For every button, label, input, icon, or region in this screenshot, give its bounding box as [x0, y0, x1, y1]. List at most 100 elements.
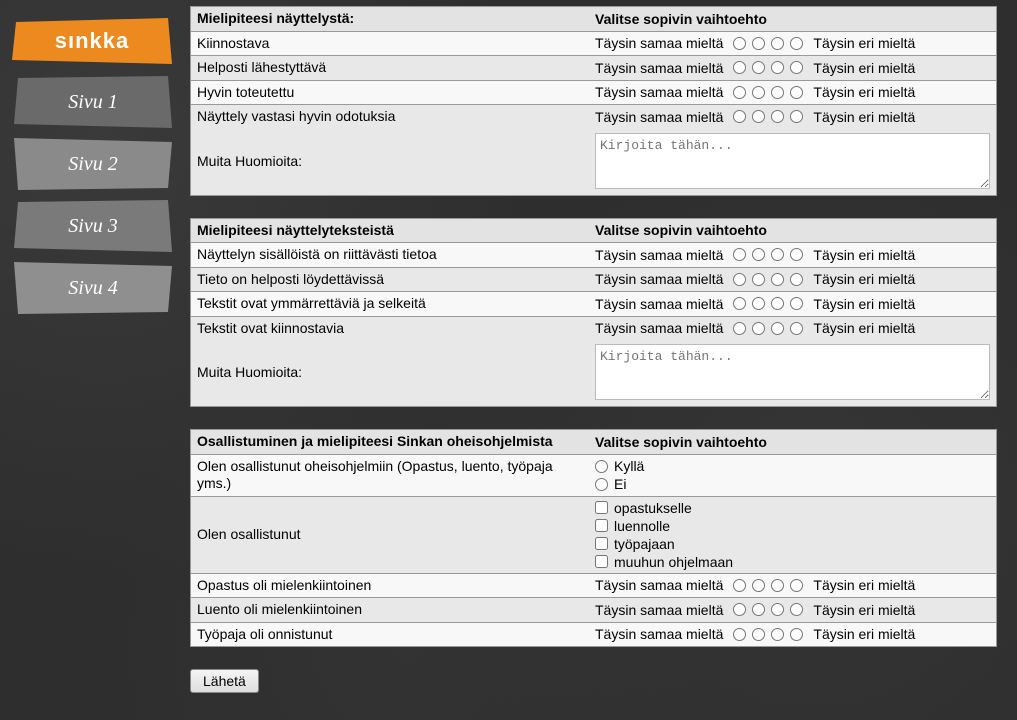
likert-radio[interactable]: [790, 322, 803, 335]
likert-radio[interactable]: [771, 86, 784, 99]
checkbox-item[interactable]: työpajaan: [595, 536, 733, 552]
checkbox-input[interactable]: [595, 555, 608, 568]
checkbox-input[interactable]: [595, 501, 608, 514]
likert-radio[interactable]: [771, 603, 784, 616]
likert-right-label: Täysin eri mieltä: [813, 626, 915, 642]
likert-radio-group: [733, 37, 803, 50]
likert-radio[interactable]: [790, 273, 803, 286]
likert-right-label: Täysin eri mieltä: [813, 577, 915, 593]
likert-radio[interactable]: [790, 628, 803, 641]
likert-radio-group: [733, 322, 803, 335]
likert-radio[interactable]: [771, 628, 784, 641]
nav-label: Sivu 1: [14, 76, 172, 128]
likert-radio[interactable]: [790, 297, 803, 310]
likert-radio[interactable]: [733, 322, 746, 335]
likert-radio[interactable]: [733, 61, 746, 74]
likert-left-label: Täysin samaa mieltä: [595, 296, 723, 312]
submit-button[interactable]: Lähetä: [190, 669, 259, 693]
likert-row: KiinnostavaTäysin samaa mieltäTäysin eri…: [191, 32, 996, 57]
checkbox-label: muuhun ohjelmaan: [614, 554, 733, 570]
likert-radio[interactable]: [752, 297, 765, 310]
likert-radio[interactable]: [733, 86, 746, 99]
radio-yes[interactable]: Kyllä: [595, 458, 644, 474]
likert-radio-group: [733, 248, 803, 261]
likert-radio[interactable]: [752, 628, 765, 641]
likert-right-label: Täysin eri mieltä: [813, 247, 915, 263]
section1-notes-input[interactable]: [595, 133, 990, 189]
likert-radio[interactable]: [733, 297, 746, 310]
likert-question: Luento oli mielenkiintoinen: [191, 598, 589, 622]
radio-yes-input[interactable]: [595, 460, 608, 473]
likert-answer: Täysin samaa mieltäTäysin eri mieltä: [589, 574, 996, 598]
section1-notes-label: Muita Huomioita:: [191, 129, 589, 195]
nav-item-sivu-3[interactable]: Sivu 3: [14, 200, 172, 252]
likert-row: Luento oli mielenkiintoinenTäysin samaa …: [191, 598, 996, 623]
checkbox-item[interactable]: opastukselle: [595, 500, 733, 516]
checkbox-input[interactable]: [595, 519, 608, 532]
likert-row: Tekstit ovat kiinnostavia Täysin samaa mi…: [191, 317, 996, 341]
likert-radio[interactable]: [771, 579, 784, 592]
section2-notes-label: Muita Huomioita:: [191, 340, 589, 406]
likert-radio[interactable]: [752, 110, 765, 123]
likert-radio[interactable]: [790, 86, 803, 99]
likert-radio[interactable]: [790, 603, 803, 616]
checkbox-input[interactable]: [595, 537, 608, 550]
likert-radio[interactable]: [733, 273, 746, 286]
checkbox-item[interactable]: luennolle: [595, 518, 733, 534]
likert-left-label: Täysin samaa mieltä: [595, 320, 723, 336]
nav-item-sivu-2[interactable]: Sivu 2: [14, 138, 172, 190]
nav-label: Sivu 4: [14, 262, 172, 314]
likert-radio[interactable]: [771, 61, 784, 74]
radio-no-input[interactable]: [595, 478, 608, 491]
likert-radio[interactable]: [733, 110, 746, 123]
likert-question: Tekstit ovat kiinnostavia: [191, 317, 589, 341]
radio-no[interactable]: Ei: [595, 476, 644, 492]
section2-notes-input[interactable]: [595, 344, 990, 400]
likert-answer: Täysin samaa mieltäTäysin eri mieltä: [589, 56, 996, 80]
section-exhibition-opinion: Mielipiteesi näyttelystä: Valitse sopivi…: [190, 6, 997, 196]
likert-radio[interactable]: [733, 579, 746, 592]
section3-q-participated: Olen osallistunut oheisohjelmiin (Opastu…: [191, 455, 589, 496]
nav-item-sivu-1[interactable]: Sivu 1: [14, 76, 172, 128]
likert-radio-group: [733, 297, 803, 310]
section-participation: Osallistuminen ja mielipiteesi Sinkan oh…: [190, 429, 997, 647]
radio-no-label: Ei: [614, 476, 626, 492]
likert-radio[interactable]: [733, 37, 746, 50]
section3-header-a: Valitse sopivin vaihtoehto: [589, 430, 996, 454]
section2-header-a: Valitse sopivin vaihtoehto: [589, 219, 996, 243]
likert-answer: Täysin samaa mieltä Täysin eri mieltä: [589, 243, 996, 267]
checkbox-item[interactable]: muuhun ohjelmaan: [595, 554, 733, 570]
likert-radio[interactable]: [752, 322, 765, 335]
likert-radio[interactable]: [752, 37, 765, 50]
sidebar: sınkka Sivu 1 Sivu 2 Sivu 3 Sivu 4: [0, 0, 180, 314]
nav-label: Sivu 3: [14, 200, 172, 252]
likert-radio[interactable]: [790, 579, 803, 592]
likert-radio[interactable]: [733, 248, 746, 261]
likert-left-label: Täysin samaa mieltä: [595, 247, 723, 263]
likert-radio[interactable]: [752, 603, 765, 616]
likert-row: Näyttelyn sisällöistä on riittävästi tie…: [191, 243, 996, 268]
likert-radio[interactable]: [790, 110, 803, 123]
likert-radio[interactable]: [752, 579, 765, 592]
likert-radio[interactable]: [752, 86, 765, 99]
likert-right-label: Täysin eri mieltä: [813, 271, 915, 287]
nav-item-sivu-4[interactable]: Sivu 4: [14, 262, 172, 314]
likert-radio[interactable]: [752, 248, 765, 261]
likert-right-label: Täysin eri mieltä: [813, 109, 915, 125]
likert-radio[interactable]: [733, 603, 746, 616]
likert-question: Helposti lähestyttävä: [191, 56, 589, 80]
likert-radio[interactable]: [790, 248, 803, 261]
likert-radio[interactable]: [771, 297, 784, 310]
likert-radio[interactable]: [771, 273, 784, 286]
likert-radio[interactable]: [771, 37, 784, 50]
likert-radio[interactable]: [752, 61, 765, 74]
checkbox-label: luennolle: [614, 518, 670, 534]
likert-radio[interactable]: [790, 61, 803, 74]
likert-radio[interactable]: [790, 37, 803, 50]
likert-row: Työpaja oli onnistunutTäysin samaa mielt…: [191, 623, 996, 647]
likert-radio[interactable]: [771, 248, 784, 261]
likert-radio[interactable]: [733, 628, 746, 641]
likert-radio[interactable]: [771, 322, 784, 335]
likert-radio[interactable]: [752, 273, 765, 286]
likert-radio[interactable]: [771, 110, 784, 123]
